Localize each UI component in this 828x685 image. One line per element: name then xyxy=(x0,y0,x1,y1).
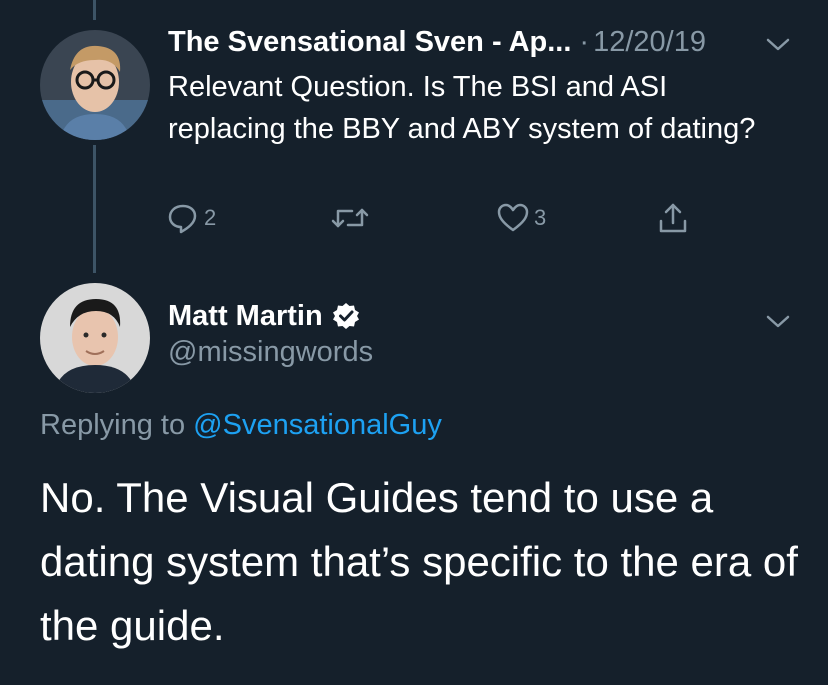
parent-tweet-text: Relevant Question. Is The BSI and ASI re… xyxy=(168,71,756,145)
tweet-date[interactable]: 12/20/19 xyxy=(593,26,706,59)
verified-badge-icon xyxy=(332,303,359,329)
reply-icon xyxy=(168,204,197,234)
author-name[interactable]: The Svensational Sven - Ap... xyxy=(168,26,571,59)
reply-count: 2 xyxy=(204,205,217,230)
like-button[interactable]: 3 xyxy=(496,201,546,235)
thread-line xyxy=(93,0,96,20)
heart-icon xyxy=(497,203,529,232)
author-handle[interactable]: @missingwords xyxy=(168,336,373,369)
reply-button[interactable]: 2 xyxy=(166,201,216,235)
share-icon xyxy=(659,203,687,233)
share-button[interactable] xyxy=(656,201,690,235)
tweet-thread: The Svensational Sven - Ap... · 12/20/19… xyxy=(0,0,828,685)
separator: · xyxy=(579,25,590,58)
thread-line xyxy=(93,145,96,273)
chevron-down-icon[interactable] xyxy=(765,313,791,331)
author-name[interactable]: Matt Martin xyxy=(168,300,323,333)
reply-tweet-header: Matt Martin xyxy=(168,296,361,336)
chevron-down-icon[interactable] xyxy=(765,36,791,54)
replying-to: Replying to @SvensationalGuy xyxy=(40,409,442,442)
reply-tweet-text: No. The Visual Guides tend to use a dati… xyxy=(40,474,798,649)
retweet-icon xyxy=(331,208,369,228)
parent-tweet-header: The Svensational Sven - Ap... · 12/20/19 xyxy=(168,22,706,62)
like-count: 3 xyxy=(534,205,547,230)
replying-prefix: Replying to xyxy=(40,409,186,441)
avatar[interactable] xyxy=(40,283,150,393)
replying-handle-link[interactable]: @SvensationalGuy xyxy=(193,409,442,441)
retweet-button[interactable] xyxy=(330,201,370,235)
avatar[interactable] xyxy=(40,30,150,140)
